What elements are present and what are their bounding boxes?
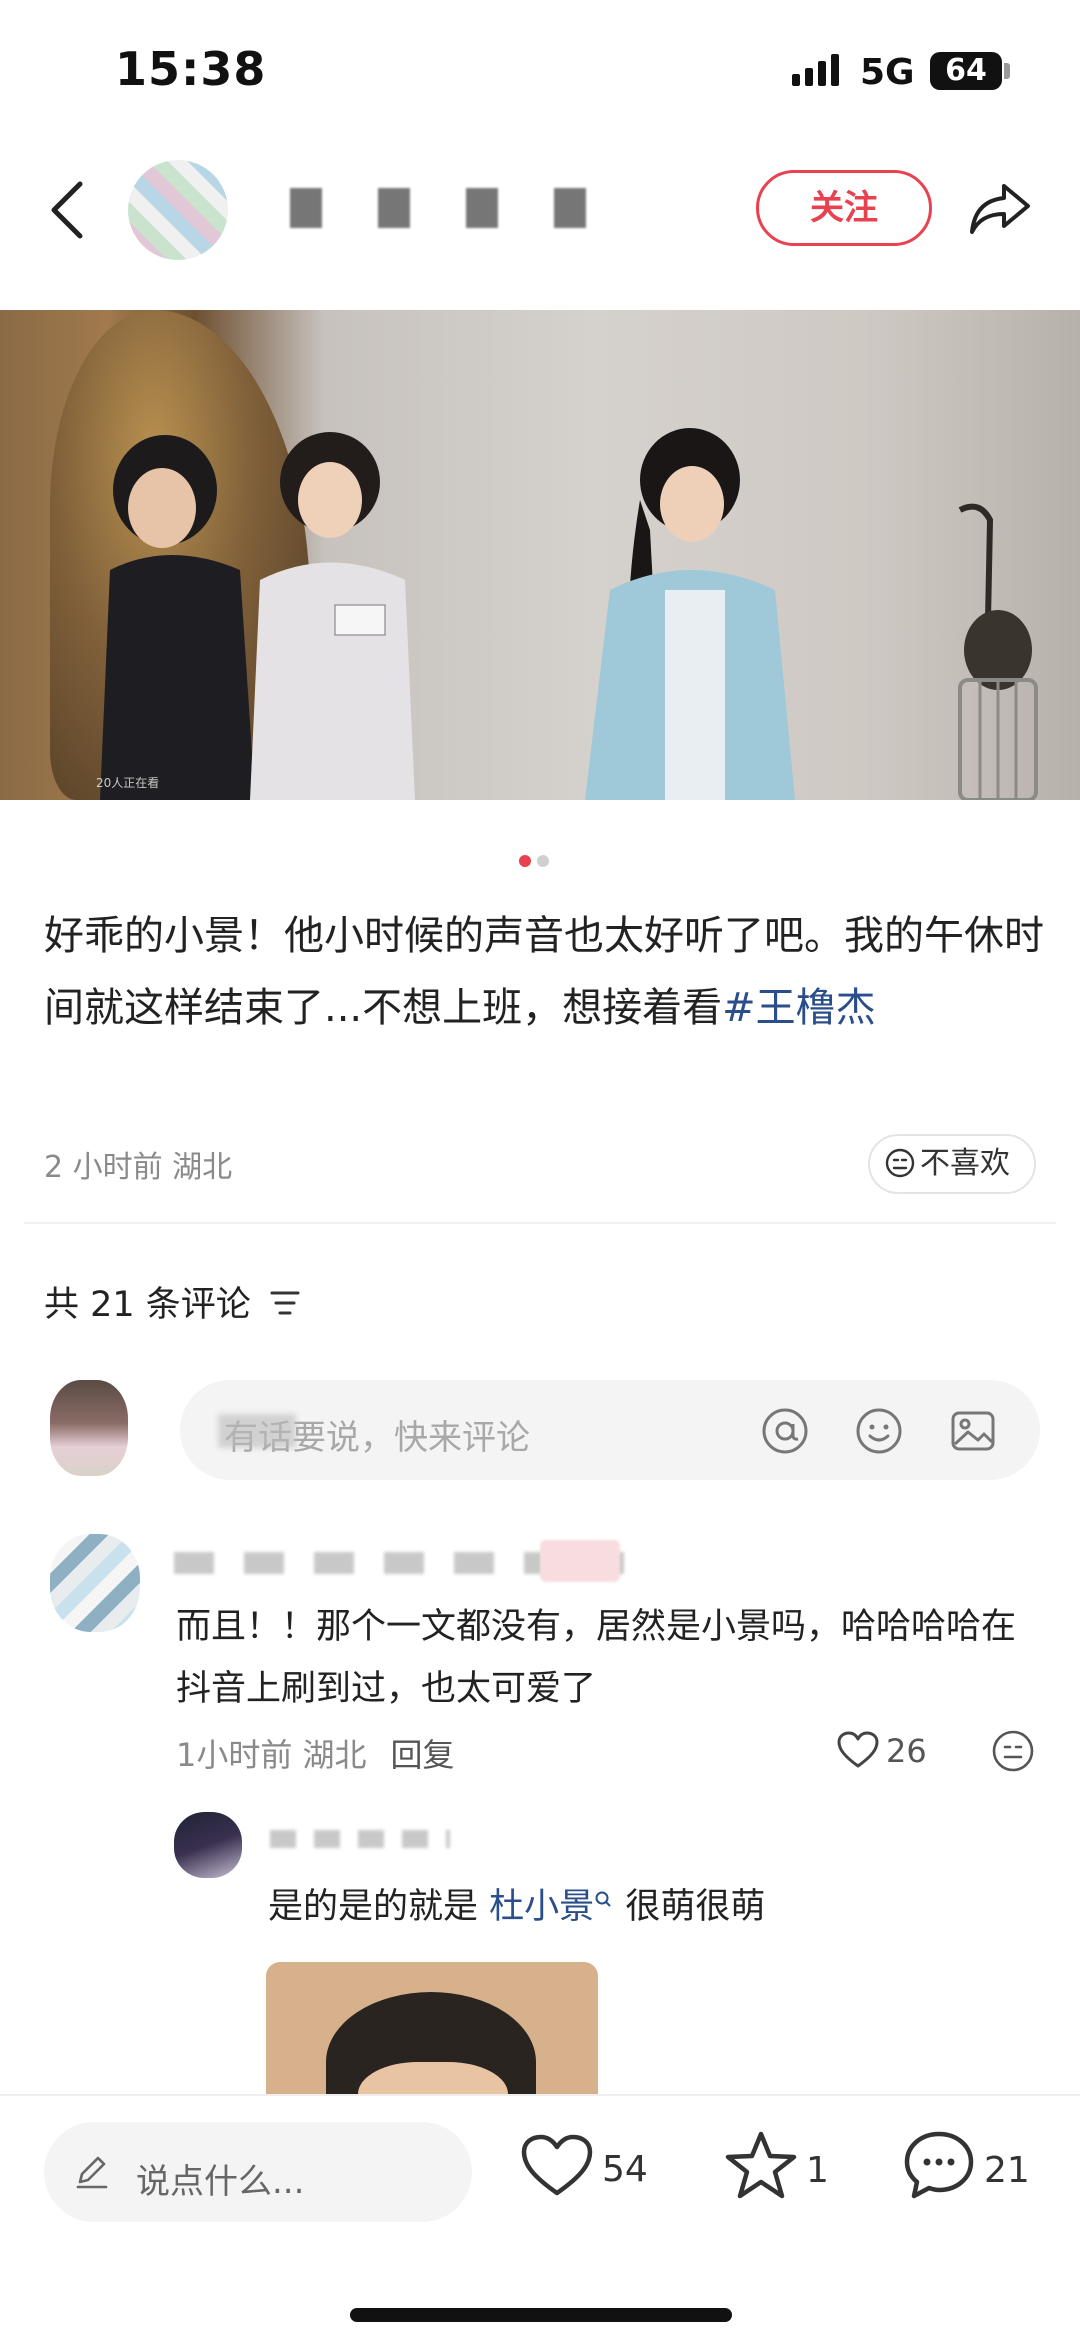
replier-name-redacted[interactable] [270, 1830, 450, 1848]
post-media-image[interactable]: 20人正在看 [0, 310, 1080, 800]
pager-dot-1 [519, 855, 531, 867]
home-indicator[interactable] [350, 2308, 732, 2322]
image-pager [516, 852, 552, 867]
more-icon[interactable] [990, 1728, 1036, 1774]
comment-meta: 1小时前 湖北 回复 [176, 1730, 455, 1776]
comment-time-location: 1小时前 湖北 [176, 1736, 367, 1774]
star-icon [725, 2131, 797, 2199]
share-icon[interactable] [968, 178, 1032, 238]
commenter-avatar[interactable] [50, 1534, 140, 1632]
comment-count: 共 21 条评论 [44, 1285, 251, 1325]
post-hashtag[interactable]: #王橹杰 [722, 985, 876, 1031]
reply-mention[interactable]: 杜小景 [489, 1887, 614, 1927]
pager-dot-2 [537, 855, 549, 867]
status-bar: 15:38 5G 64 [0, 0, 1080, 140]
search-icon [595, 1891, 611, 1907]
media-watermark: 20人正在看 [96, 776, 160, 790]
comment-like-count: 26 [886, 1732, 927, 1770]
post-text: 好乖的小景！他小时候的声音也太好听了吧。我的午休时间就这样结束了...不想上班，… [44, 913, 1044, 1031]
reply-prefix: 是的是的就是 [268, 1887, 479, 1927]
status-time: 15:38 [115, 42, 267, 96]
comment-bubble-icon [904, 2131, 974, 2199]
comment-input[interactable]: 有话要说，快来评论 [180, 1380, 1040, 1480]
comment-text: 而且！！那个一文都没有，居然是小景吗，哈哈哈哈在抖音上刷到过，也太可爱了 [176, 1607, 1017, 1709]
dislike-button[interactable]: 不喜欢 [868, 1134, 1036, 1194]
follow-button[interactable]: 关注 [756, 170, 932, 246]
network-type: 5G [860, 52, 915, 93]
reply-button[interactable]: 回复 [391, 1736, 455, 1774]
say-something-input[interactable]: 说点什么... [44, 2122, 472, 2222]
reply-image[interactable] [266, 1962, 598, 2102]
media-person-blue-robe [585, 428, 795, 800]
like-button[interactable]: 54 [520, 2130, 648, 2210]
reply-suffix: 很萌很萌 [625, 1887, 766, 1927]
like-count: 54 [602, 2149, 648, 2190]
favorite-button[interactable]: 1 [724, 2130, 829, 2210]
signal-icon [792, 54, 839, 86]
image-icon[interactable] [948, 1406, 998, 1456]
media-crane-statue [958, 503, 1038, 800]
comments-button[interactable]: 21 [902, 2130, 1030, 2210]
heart-icon [521, 2134, 593, 2196]
battery-level: 64 [930, 52, 1002, 90]
back-icon[interactable] [40, 178, 100, 242]
at-icon[interactable] [760, 1406, 810, 1456]
section-divider [24, 1222, 1056, 1224]
comments-count: 21 [984, 2150, 1030, 2191]
comment-like-button[interactable]: 26 [836, 1730, 927, 1770]
author-avatar[interactable] [128, 160, 228, 260]
media-person-black-shirt [100, 435, 255, 800]
post-header: 关注 [0, 150, 1080, 270]
replier-avatar[interactable] [174, 1812, 242, 1878]
author-name-redacted[interactable] [290, 188, 630, 228]
dislike-label: 不喜欢 [920, 1146, 1010, 1181]
emoji-icon[interactable] [854, 1406, 904, 1456]
favorite-count: 1 [806, 2150, 829, 2191]
battery-tip [1004, 63, 1010, 79]
placeholder-redaction [218, 1414, 296, 1448]
post-meta: 2 小时前 湖北 [44, 1150, 233, 1185]
say-something-placeholder: 说点什么... [136, 2162, 305, 2202]
bottom-action-bar: 说点什么... 54 1 21 [0, 2094, 1080, 2337]
commenter-badge-redacted [540, 1540, 620, 1582]
reply-text: 是的是的就是 杜小景 很萌很萌 [268, 1878, 765, 1929]
my-avatar [50, 1380, 128, 1476]
post-body: 好乖的小景！他小时候的声音也太好听了吧。我的午休时间就这样结束了...不想上班，… [44, 900, 1044, 1044]
media-person-white-robe [250, 432, 415, 800]
reply-mention-label: 杜小景 [489, 1887, 595, 1927]
neutral-face-icon [885, 1148, 915, 1178]
pencil-icon [76, 2156, 108, 2189]
heart-icon [837, 1731, 879, 1768]
sort-icon[interactable] [268, 1288, 304, 1318]
